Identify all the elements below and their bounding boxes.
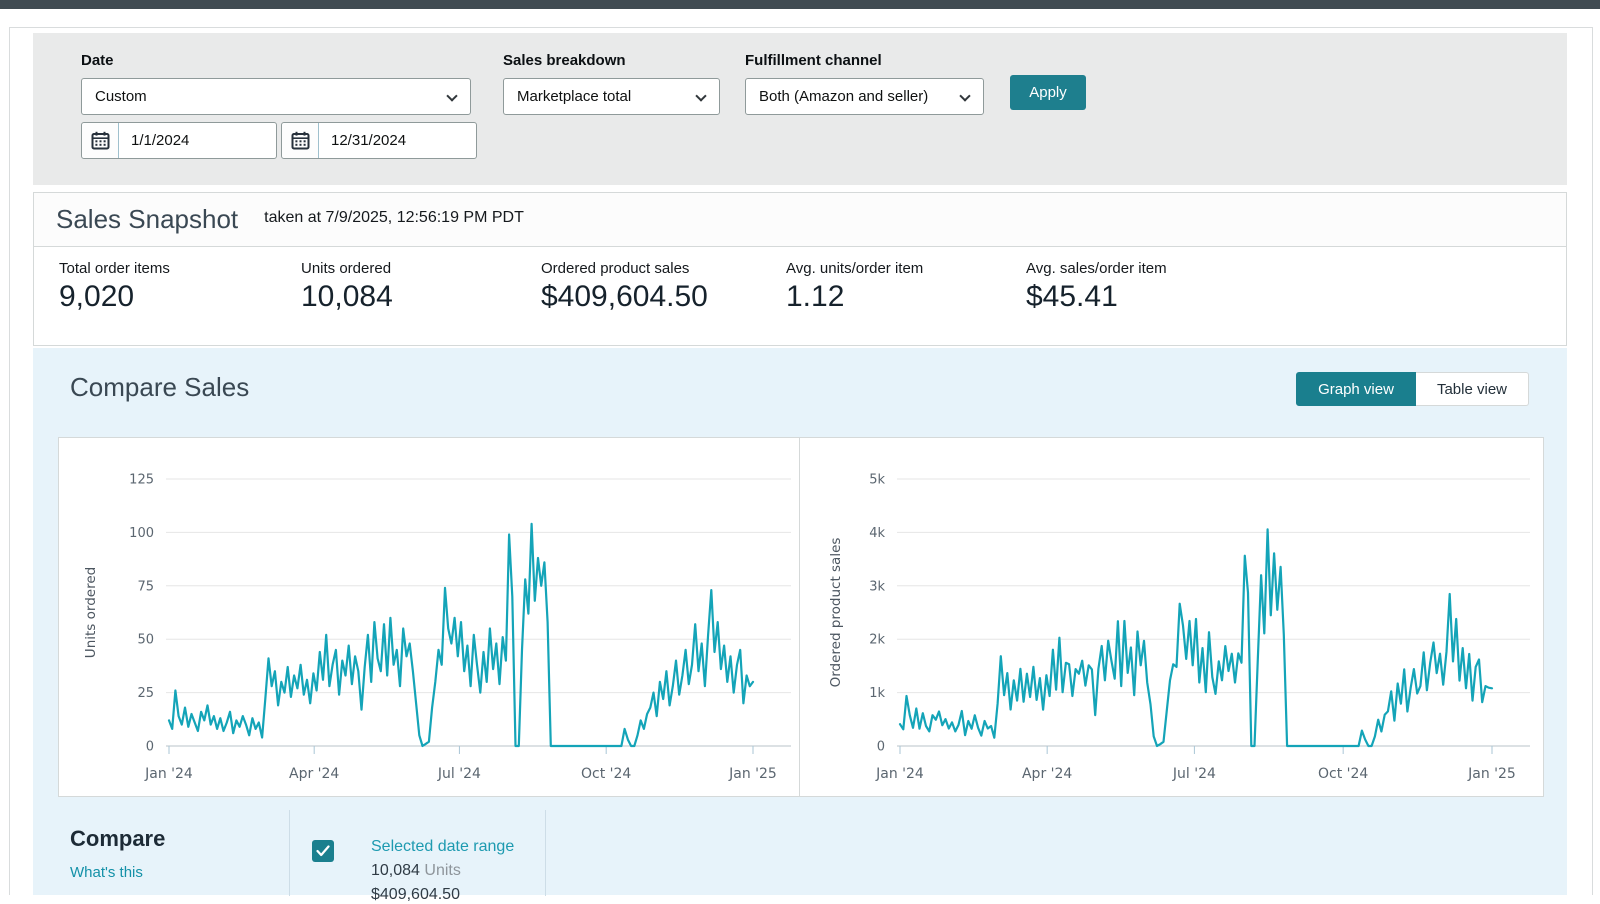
date-range-select-value: Custom	[95, 88, 147, 105]
svg-text:Apr '24: Apr '24	[289, 766, 339, 782]
svg-text:Jan '25: Jan '25	[728, 766, 777, 782]
table-view-button[interactable]: Table view	[1415, 372, 1529, 406]
svg-text:25: 25	[137, 686, 154, 701]
sales-snapshot-title: Sales Snapshot	[56, 204, 239, 234]
ordered-product-sales-chart[interactable]: 0 1k 2k 3k 4k 5k Jan '24 Apr '24 Jul '24 Oct '24 J…	[800, 438, 1545, 798]
svg-text:75: 75	[137, 579, 154, 594]
legend-units-value: 10,084 Units	[371, 862, 461, 879]
svg-text:3k: 3k	[869, 579, 885, 594]
svg-text:5k: 5k	[869, 473, 885, 488]
svg-text:50: 50	[137, 633, 154, 648]
selected-date-range-checkbox[interactable]	[312, 840, 334, 862]
metric-avg-sales-order-item: Avg. sales/order item $45.41	[1026, 260, 1167, 313]
end-date-input[interactable]: 12/31/2024	[281, 122, 477, 159]
units-ordered-chart-panel: 0 25 50 75 100 125 Jan '24 Apr '24 Jul '24 Oct '2…	[58, 437, 800, 797]
sales-breakdown-label: Sales breakdown	[503, 52, 626, 69]
svg-text:Apr '24: Apr '24	[1022, 766, 1072, 782]
whats-this-link[interactable]: What's this	[70, 864, 143, 881]
start-date-value: 1/1/2024	[131, 132, 190, 149]
charts-row: 0 25 50 75 100 125 Jan '24 Apr '24 Jul '24 Oct '2…	[58, 437, 1544, 797]
date-filter-label: Date	[81, 52, 114, 69]
ordered-product-sales-chart-panel: 0 1k 2k 3k 4k 5k Jan '24 Apr '24 Jul '24 Oct '24 J…	[799, 437, 1544, 797]
compare-legend-title: Compare	[70, 826, 166, 851]
chevron-down-icon	[695, 90, 707, 102]
graph-view-button[interactable]: Graph view	[1296, 372, 1416, 406]
top-bar	[0, 0, 1600, 9]
date-range-select[interactable]: Custom	[81, 78, 471, 115]
start-date-input[interactable]: 1/1/2024	[81, 122, 277, 159]
svg-text:Jan '24: Jan '24	[144, 766, 193, 782]
apply-button[interactable]: Apply	[1010, 75, 1086, 110]
compare-sales-section: Compare Sales Graph view Table view 0 25 5…	[33, 348, 1567, 903]
sales-snapshot-header: Sales Snapshot taken at 7/9/2025, 12:56:…	[34, 193, 1566, 247]
svg-text:100: 100	[129, 526, 154, 541]
svg-text:Jan '25: Jan '25	[1467, 766, 1516, 782]
legend-series-label: Selected date range	[371, 838, 515, 855]
fulfillment-channel-select-value: Both (Amazon and seller)	[759, 88, 929, 105]
svg-text:Units ordered: Units ordered	[83, 567, 99, 658]
metric-ordered-product-sales: Ordered product sales $409,604.50	[541, 260, 708, 313]
sales-snapshot-section: Sales Snapshot taken at 7/9/2025, 12:56:…	[33, 192, 1567, 346]
snapshot-timestamp: taken at 7/9/2025, 12:56:19 PM PDT	[264, 208, 524, 226]
svg-text:Jul '24: Jul '24	[437, 766, 481, 782]
filters-panel: Date Custom 1/1/2024 12/31/2024 Sales br…	[33, 33, 1567, 185]
svg-text:Oct '24: Oct '24	[1318, 766, 1368, 782]
snapshot-metrics-row: Total order items 9,020 Units ordered 10…	[34, 247, 1566, 345]
svg-text:0: 0	[877, 740, 885, 755]
chevron-down-icon	[446, 90, 458, 102]
svg-text:0: 0	[146, 740, 154, 755]
svg-text:1k: 1k	[869, 686, 885, 701]
calendar-icon[interactable]	[282, 123, 319, 158]
compare-sales-title: Compare Sales	[70, 372, 250, 402]
svg-text:125: 125	[129, 473, 154, 488]
units-ordered-chart[interactable]: 0 25 50 75 100 125 Jan '24 Apr '24 Jul '24 Oct '2…	[59, 438, 801, 798]
metric-units-ordered: Units ordered 10,084	[301, 260, 393, 313]
svg-text:Oct '24: Oct '24	[581, 766, 631, 782]
calendar-icon[interactable]	[82, 123, 119, 158]
sales-breakdown-select[interactable]: Marketplace total	[503, 78, 720, 115]
legend-sales-value: $409,604.50	[371, 886, 460, 903]
sales-breakdown-select-value: Marketplace total	[517, 88, 632, 105]
fulfillment-channel-select[interactable]: Both (Amazon and seller)	[745, 78, 984, 115]
metric-avg-units-order-item: Avg. units/order item 1.12	[786, 260, 924, 313]
legend-selected-date-range: Selected date range 10,084 Units $409,60…	[289, 810, 546, 903]
svg-text:2k: 2k	[869, 633, 885, 648]
svg-text:Ordered product sales: Ordered product sales	[828, 538, 844, 688]
fulfillment-channel-label: Fulfillment channel	[745, 52, 882, 69]
metric-total-order-items: Total order items 9,020	[59, 260, 170, 313]
svg-text:Jul '24: Jul '24	[1172, 766, 1216, 782]
svg-text:Jan '24: Jan '24	[875, 766, 924, 782]
svg-text:4k: 4k	[869, 526, 885, 541]
chevron-down-icon	[959, 90, 971, 102]
view-toggle: Graph view Table view	[1296, 372, 1529, 406]
end-date-value: 12/31/2024	[331, 132, 407, 149]
